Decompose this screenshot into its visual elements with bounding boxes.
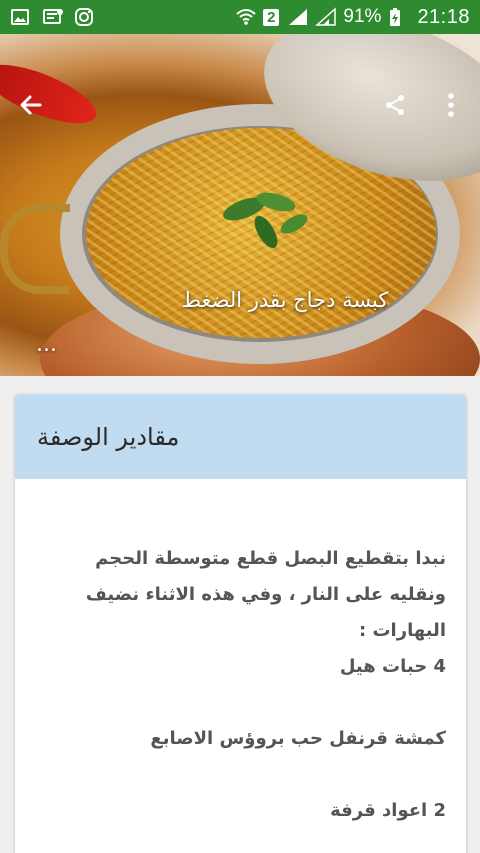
signal-icon bbox=[287, 7, 308, 27]
signal-icon-2 bbox=[315, 7, 337, 27]
message-notification-icon bbox=[42, 7, 63, 27]
recipe-title: كبسة دجاج بقدر الضغط bbox=[181, 288, 389, 312]
herb-garnish bbox=[223, 192, 308, 249]
ingredient-item: 2 اعواد قرفة bbox=[330, 800, 446, 821]
card-body: نبدا بتقطيع البصل قطع متوسطة الحجم ونقلي… bbox=[15, 479, 466, 829]
sim-badge: 2 bbox=[263, 8, 280, 26]
card-title: مقادير الوصفة bbox=[37, 422, 180, 451]
card-header: مقادير الوصفة bbox=[15, 394, 466, 479]
clock: 21:18 bbox=[417, 5, 470, 28]
recipe-hero-image: كبسة دجاج بقدر الضغط ... bbox=[0, 34, 480, 376]
more-options-button[interactable] bbox=[436, 90, 466, 120]
share-button[interactable] bbox=[380, 90, 410, 120]
ingredient-item: 4 حبات هيل bbox=[339, 656, 446, 677]
battery-percentage: 91% bbox=[343, 6, 382, 27]
status-bar: 2 91% 21:18 bbox=[0, 0, 480, 34]
pot-handle bbox=[0, 204, 70, 294]
wifi-icon bbox=[235, 7, 256, 27]
more-indicator: ... bbox=[36, 332, 57, 357]
recipe-paragraph: نبدا بتقطيع البصل قطع متوسطة الحجم ونقلي… bbox=[85, 548, 446, 641]
battery-charging-icon bbox=[389, 7, 409, 27]
instagram-icon bbox=[74, 7, 94, 27]
back-button[interactable] bbox=[16, 90, 46, 120]
ingredient-item: كمشة قرنفل حب بروؤس الاصابع bbox=[150, 728, 446, 749]
gallery-notification-icon bbox=[10, 7, 30, 27]
ingredients-card: مقادير الوصفة نبدا بتقطيع البصل قطع متوس… bbox=[15, 394, 466, 853]
